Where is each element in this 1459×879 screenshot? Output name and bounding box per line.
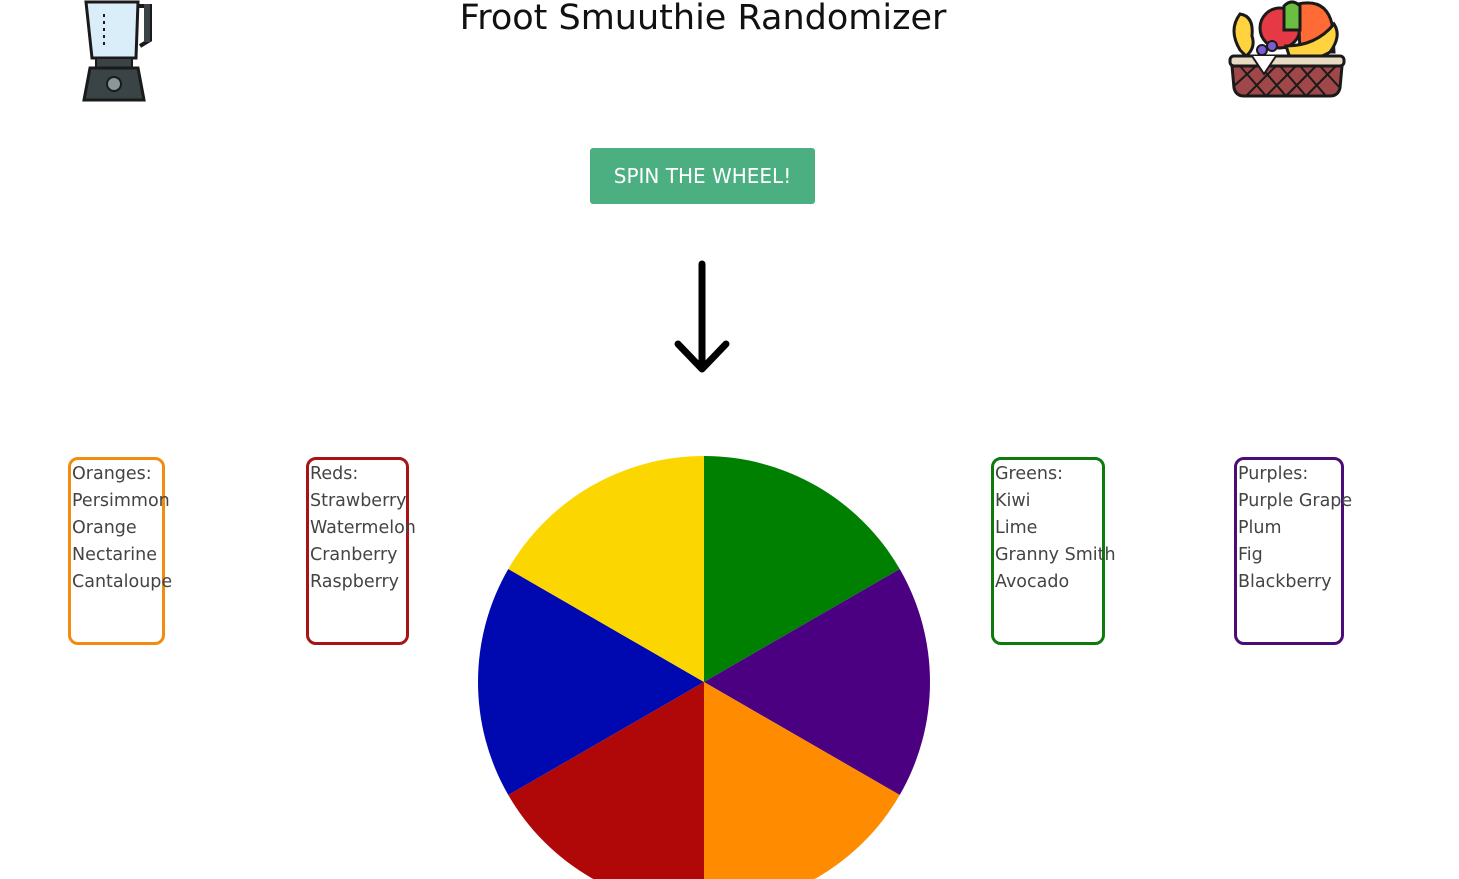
group-heading: Oranges:: [72, 464, 152, 484]
fruit-item: Plum: [1238, 518, 1282, 538]
fruit-item: Kiwi: [995, 491, 1031, 511]
fruit-item: Blackberry: [1238, 572, 1332, 592]
spin-wheel-button[interactable]: SPIN THE WHEEL!: [590, 148, 815, 204]
greens-group: Greens: Kiwi Lime Granny Smith Avocado: [991, 457, 1116, 645]
fruit-item: Purple Grape: [1238, 491, 1353, 511]
group-heading: Purples:: [1238, 464, 1309, 484]
fruit-item: Granny Smith: [995, 545, 1116, 565]
fruit-item: Nectarine: [72, 545, 157, 565]
fruit-basket-icon: [1228, 0, 1346, 98]
purples-group: Purples: Purple Grape Plum Fig Blackberr…: [1234, 457, 1353, 645]
oranges-group: Oranges: Persimmon Orange Nectarine Cant…: [68, 457, 173, 645]
page: Froot Smuuthie Randomizer SPIN THE WHEEL…: [0, 0, 1459, 879]
group-heading: Greens:: [995, 464, 1064, 484]
fruit-item: Avocado: [995, 572, 1070, 592]
fruit-item: Lime: [995, 518, 1038, 538]
page-title: Froot Smuuthie Randomizer: [459, 0, 947, 38]
group-heading: Reds:: [310, 464, 359, 484]
down-arrow-icon: [674, 260, 730, 373]
fruit-item: Orange: [72, 518, 137, 538]
fruit-item: Raspberry: [310, 572, 400, 592]
reds-group: Reds: Strawberry Watermelon Cranberry Ra…: [306, 457, 416, 645]
fruit-item: Strawberry: [310, 491, 407, 511]
fruit-item: Persimmon: [72, 491, 170, 511]
color-wheel[interactable]: [478, 456, 930, 879]
fruit-item: Watermelon: [310, 518, 416, 538]
fruit-item: Fig: [1238, 545, 1263, 565]
fruit-item: Cranberry: [310, 545, 398, 565]
fruit-item: Cantaloupe: [72, 572, 173, 592]
